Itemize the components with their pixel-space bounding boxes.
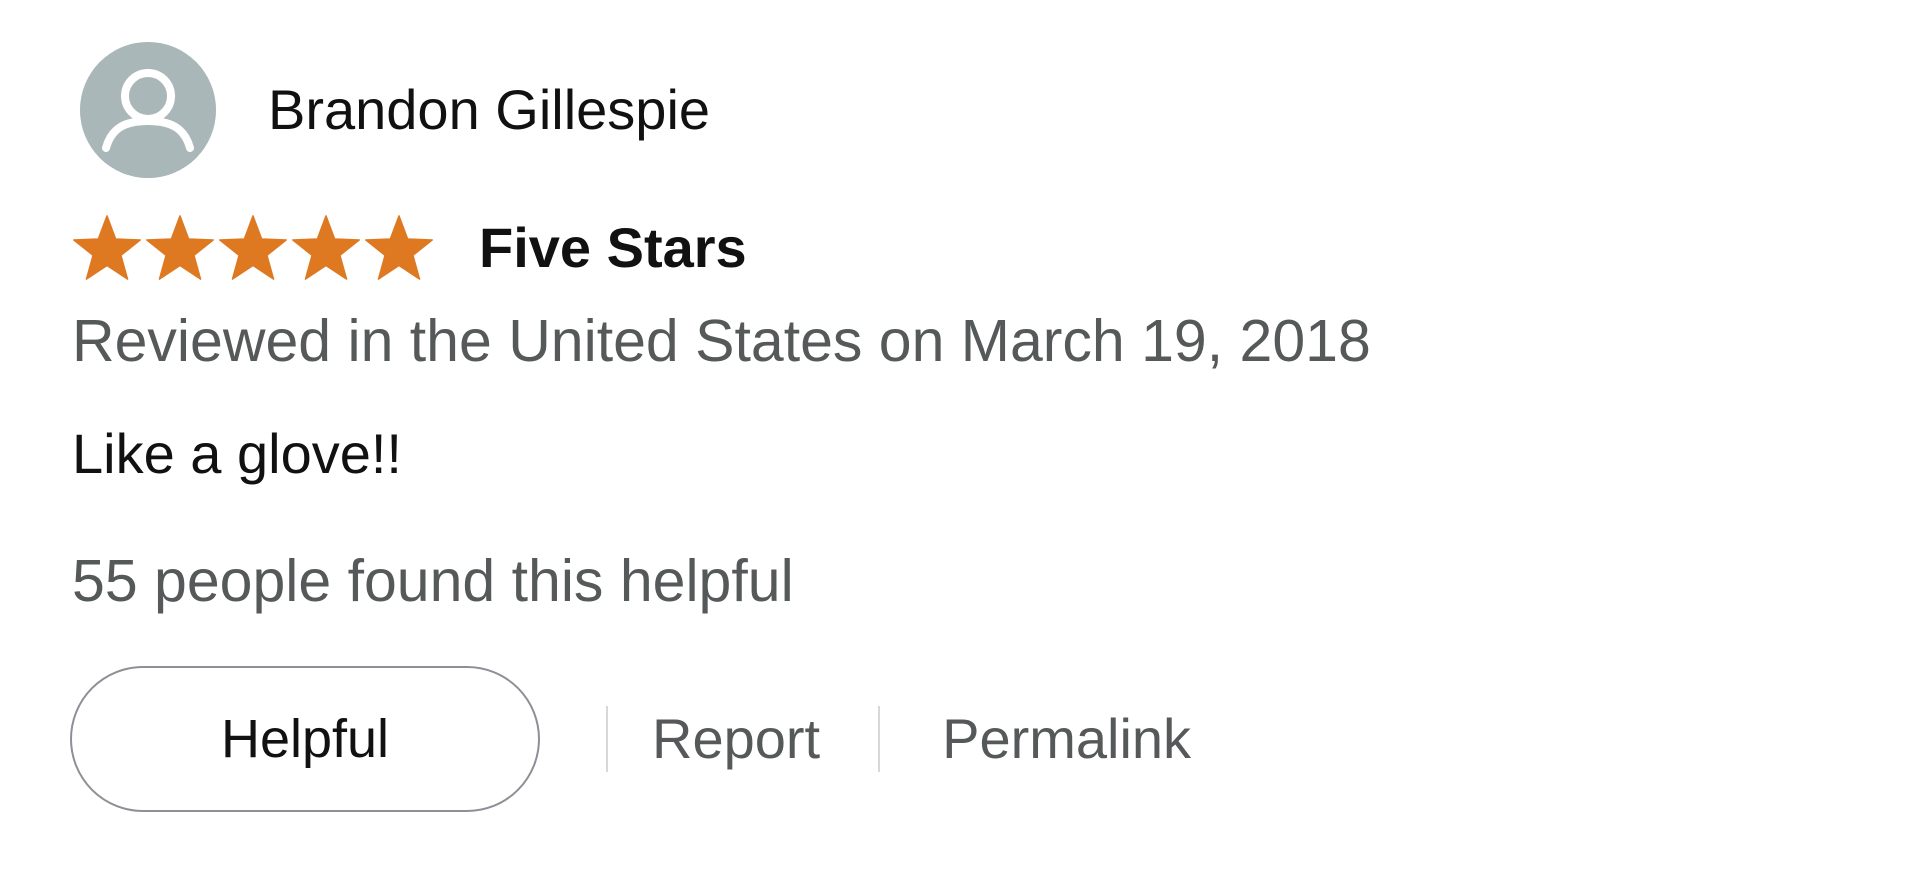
action-divider	[606, 706, 608, 772]
customer-review: Brandon Gillespie Five Stars Reviewed in…	[0, 0, 1912, 878]
reviewer-name[interactable]: Brandon Gillespie	[268, 82, 710, 138]
star-filled-icon	[146, 215, 214, 280]
action-divider	[878, 706, 881, 772]
report-link[interactable]: Report	[652, 711, 820, 767]
helpful-count: 55 people found this helpful	[72, 548, 794, 614]
review-title[interactable]: Five Stars	[479, 220, 747, 276]
star-filled-icon	[292, 215, 360, 280]
star-filled-icon	[73, 215, 141, 280]
review-date: Reviewed in the United States on March 1…	[72, 308, 1371, 374]
review-body: Like a glove!!	[72, 422, 402, 485]
reviewer-profile[interactable]: Brandon Gillespie	[80, 42, 710, 178]
helpful-button[interactable]: Helpful	[70, 666, 540, 812]
star-rating[interactable]	[72, 212, 437, 284]
default-profile-icon	[80, 42, 216, 178]
star-filled-icon	[219, 215, 287, 280]
review-rating-row: Five Stars	[72, 212, 747, 284]
permalink-link[interactable]: Permalink	[942, 711, 1191, 767]
review-actions: Helpful Report Permalink	[70, 666, 1191, 812]
star-filled-icon	[365, 215, 433, 280]
